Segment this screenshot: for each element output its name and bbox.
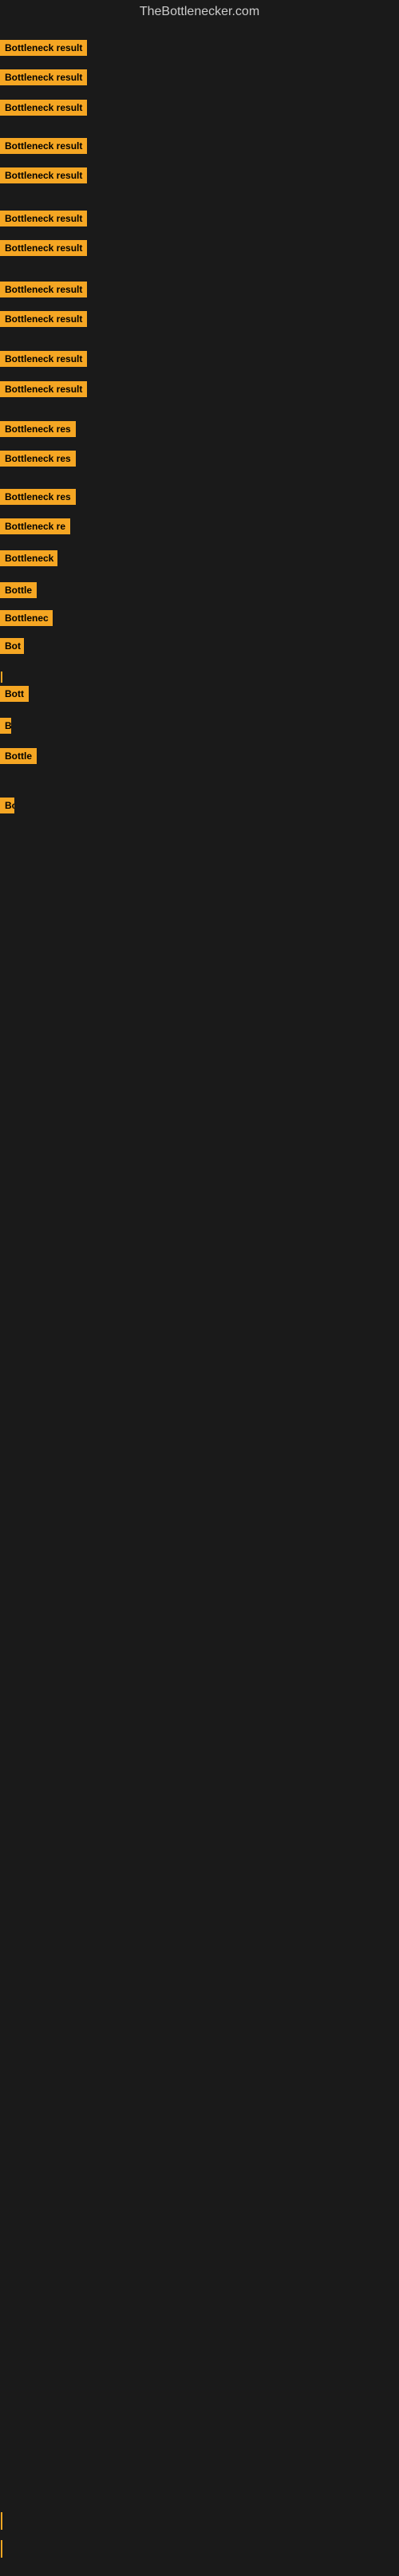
site-title: TheBottlenecker.com xyxy=(0,0,399,24)
bottleneck-badge: Bo xyxy=(0,798,14,813)
vertical-line xyxy=(1,672,2,683)
bottleneck-badge: Bottleneck re xyxy=(0,518,70,534)
bottleneck-badge: Bottleneck result xyxy=(0,282,87,297)
bottleneck-badge: Bot xyxy=(0,638,24,654)
bottleneck-badge: Bott xyxy=(0,686,29,702)
bottleneck-badge: Bottleneck result xyxy=(0,69,87,85)
bottleneck-badge: Bottleneck res xyxy=(0,489,76,505)
bottleneck-badge: Bottleneck result xyxy=(0,311,87,327)
bottleneck-badge: B xyxy=(0,718,11,734)
bottleneck-badge: Bottlenec xyxy=(0,610,53,626)
bottleneck-badge: Bottleneck res xyxy=(0,451,76,467)
bottleneck-badge: Bottleneck result xyxy=(0,40,87,56)
bottleneck-badge: Bottle xyxy=(0,748,37,764)
bottleneck-badge: Bottle xyxy=(0,582,37,598)
bottleneck-badge: Bottleneck res xyxy=(0,421,76,437)
bottleneck-badge: Bottleneck result xyxy=(0,381,87,397)
bottleneck-badge: Bottleneck result xyxy=(0,167,87,183)
vertical-line xyxy=(1,2540,2,2558)
bottleneck-badge: Bottleneck result xyxy=(0,240,87,256)
bottleneck-badge: Bottleneck xyxy=(0,550,57,566)
bottleneck-badge: Bottleneck result xyxy=(0,351,87,367)
bottleneck-badge: Bottleneck result xyxy=(0,138,87,154)
bottleneck-badge: Bottleneck result xyxy=(0,211,87,226)
bottleneck-badge: Bottleneck result xyxy=(0,100,87,116)
vertical-line xyxy=(1,2512,2,2530)
